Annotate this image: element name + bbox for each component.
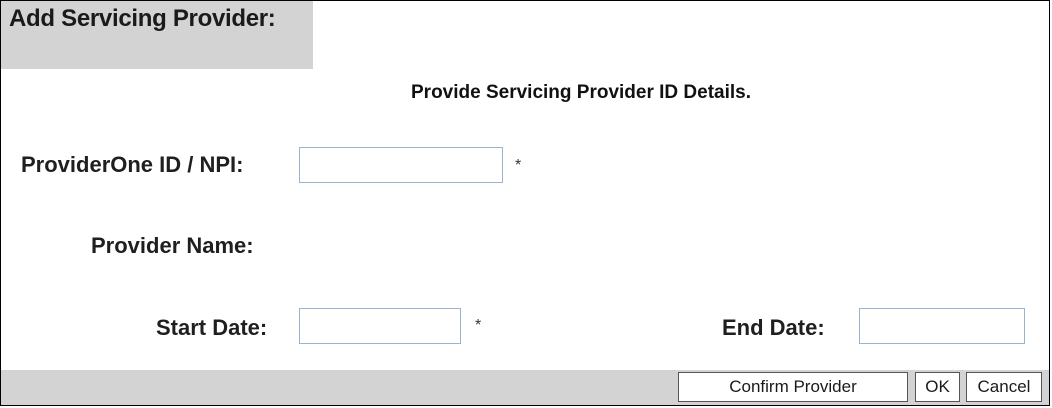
- dialog-button-bar: Confirm Provider OK Cancel: [1, 370, 1049, 405]
- dialog-title: Add Servicing Provider:: [9, 5, 276, 32]
- dialog-subtitle: Provide Servicing Provider ID Details.: [411, 82, 752, 103]
- add-servicing-provider-dialog: Add Servicing Provider: Provide Servicin…: [0, 0, 1050, 406]
- end-date-input[interactable]: [859, 308, 1025, 344]
- start-date-label: Start Date:: [156, 315, 268, 340]
- start-date-input[interactable]: [299, 308, 461, 344]
- provider-id-label: ProviderOne ID / NPI:: [21, 152, 244, 177]
- cancel-button[interactable]: Cancel: [966, 372, 1042, 402]
- ok-button[interactable]: OK: [915, 372, 960, 402]
- dialog-title-bar: Add Servicing Provider:: [1, 1, 313, 69]
- start-date-required-marker: *: [475, 317, 482, 334]
- provider-id-required-marker: *: [515, 157, 522, 174]
- provider-name-label: Provider Name:: [91, 233, 254, 258]
- provider-id-input[interactable]: [299, 147, 503, 183]
- confirm-provider-button[interactable]: Confirm Provider: [678, 372, 908, 402]
- end-date-label: End Date:: [722, 315, 825, 340]
